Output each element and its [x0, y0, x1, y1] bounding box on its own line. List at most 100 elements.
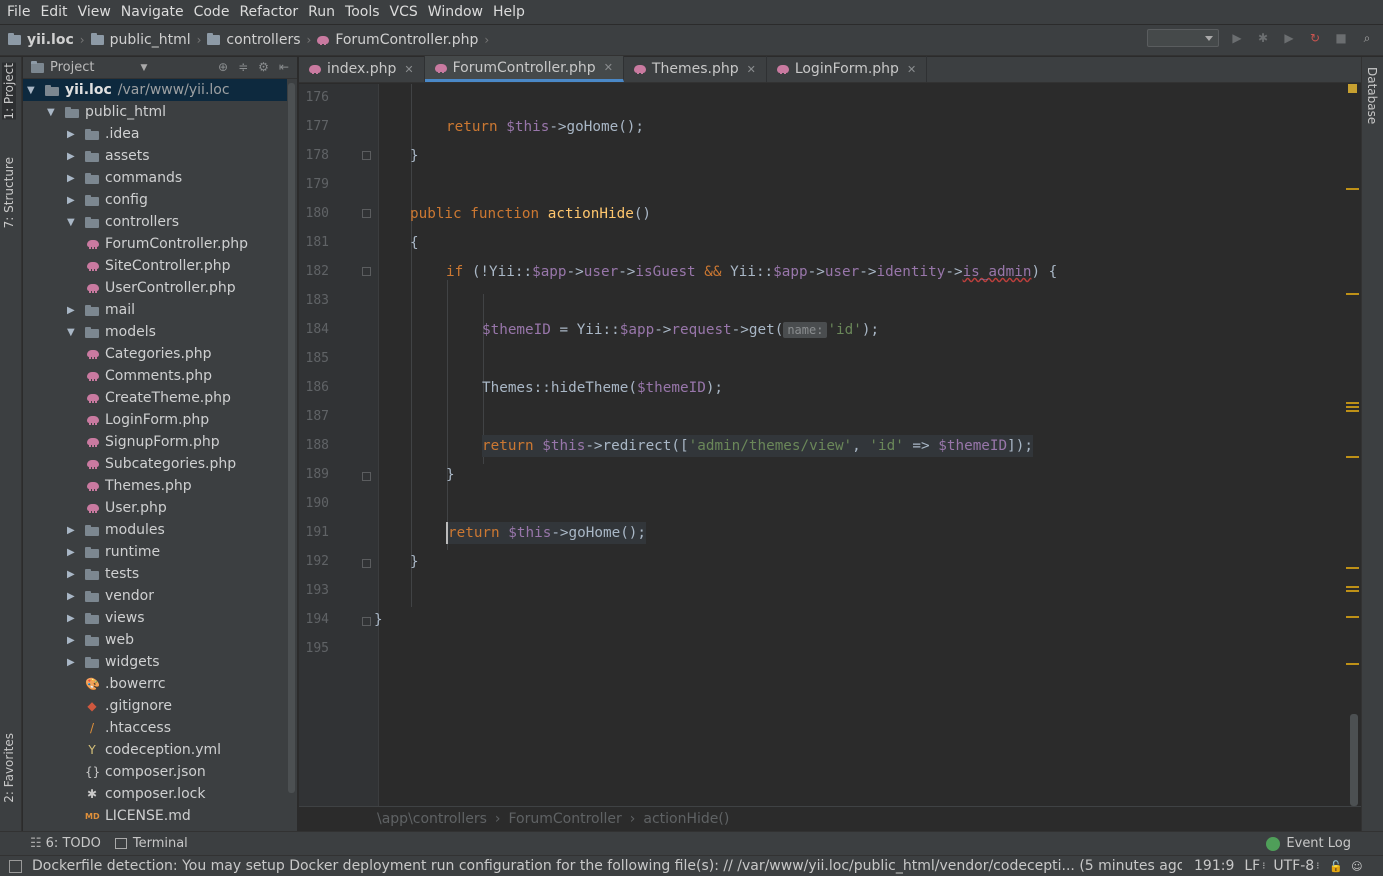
menu-vcs[interactable]: VCS: [387, 4, 421, 20]
inspector-icon[interactable]: ☺: [1351, 860, 1362, 873]
tree-item[interactable]: ▶ web: [23, 629, 287, 651]
status-message[interactable]: Dockerfile detection: You may setup Dock…: [32, 858, 1182, 874]
structure-tool-tab[interactable]: 7: Structure: [2, 157, 16, 228]
database-tool-tab[interactable]: Database: [1365, 67, 1379, 124]
favorites-tool-tab[interactable]: 2: Favorites: [2, 733, 16, 803]
chevron-down-icon[interactable]: ▼: [27, 85, 37, 96]
chevron-right-icon[interactable]: ▶: [67, 547, 77, 558]
tree-item[interactable]: Subcategories.php: [23, 453, 287, 475]
chevron-right-icon[interactable]: ▶: [67, 525, 77, 536]
terminal-tool-tab[interactable]: Terminal: [114, 836, 188, 851]
lock-icon[interactable]: 🔓: [1329, 860, 1343, 873]
tree-item[interactable]: UserController.php: [23, 277, 287, 299]
line-separator[interactable]: LF: [1244, 858, 1260, 874]
editor-breadcrumb-class[interactable]: ForumController: [508, 811, 621, 827]
close-icon[interactable]: ✕: [747, 63, 756, 76]
tree-item[interactable]: ▶ commands: [23, 167, 287, 189]
tree-item[interactable]: ▶ modules: [23, 519, 287, 541]
tree-item[interactable]: ▼ models: [23, 321, 287, 343]
chevron-right-icon[interactable]: ▶: [67, 569, 77, 580]
tree-item[interactable]: 🎨 .bowerrc: [23, 673, 287, 695]
tree-item[interactable]: Categories.php: [23, 343, 287, 365]
breadcrumb-public-html[interactable]: public_html ›: [90, 32, 201, 48]
editor-breadcrumb-namespace[interactable]: \app\controllers: [377, 811, 487, 827]
chevron-down-icon[interactable]: ▼: [67, 327, 77, 338]
menu-refactor[interactable]: Refactor: [236, 4, 301, 20]
tab-loginform-php[interactable]: LoginForm.php ✕: [767, 56, 928, 82]
tree-item[interactable]: SiteController.php: [23, 255, 287, 277]
tree-item[interactable]: LoginForm.php: [23, 409, 287, 431]
close-icon[interactable]: ✕: [907, 63, 916, 76]
project-scrollbar[interactable]: [288, 83, 295, 793]
tree-item[interactable]: ▶ mail: [23, 299, 287, 321]
chevron-right-icon[interactable]: ▶: [67, 195, 77, 206]
warning-marker[interactable]: [1346, 456, 1359, 458]
breadcrumb-controllers[interactable]: controllers ›: [207, 32, 311, 48]
gear-icon[interactable]: ⚙: [258, 60, 269, 74]
tree-item[interactable]: SignupForm.php: [23, 431, 287, 453]
warning-marker[interactable]: [1346, 663, 1359, 665]
tab-themes-php[interactable]: Themes.php ✕: [624, 56, 767, 82]
hide-panel-icon[interactable]: ⇤: [279, 60, 289, 74]
breadcrumb-root[interactable]: yii.loc ›: [8, 32, 85, 48]
project-view-selector[interactable]: Project: [50, 60, 94, 75]
warning-marker[interactable]: [1346, 410, 1359, 412]
editor-scrollbar[interactable]: [1350, 714, 1358, 806]
warning-marker[interactable]: [1346, 293, 1359, 295]
chevron-down-icon[interactable]: ▼: [140, 63, 147, 73]
tree-item[interactable]: ▼ controllers: [23, 211, 287, 233]
warning-marker[interactable]: [1346, 586, 1359, 588]
tree-item[interactable]: ▶ views: [23, 607, 287, 629]
editor-gutter[interactable]: 💡 17617717817918018118218318418518618718…: [299, 84, 397, 806]
collapse-all-icon[interactable]: ≑: [238, 60, 248, 74]
tab-forumcontroller-php[interactable]: ForumController.php ✕: [424, 56, 624, 82]
search-icon[interactable]: ⌕: [1359, 30, 1375, 46]
fold-marker-icon[interactable]: [362, 267, 371, 276]
chevron-right-icon[interactable]: ▶: [67, 173, 77, 184]
locate-icon[interactable]: ⊕: [218, 60, 228, 74]
warning-marker[interactable]: [1346, 616, 1359, 618]
tree-item[interactable]: Themes.php: [23, 475, 287, 497]
menu-help[interactable]: Help: [490, 4, 528, 20]
run-icon[interactable]: ▶: [1229, 30, 1245, 46]
tree-item[interactable]: Comments.php: [23, 365, 287, 387]
close-icon[interactable]: ✕: [404, 63, 413, 76]
warning-marker[interactable]: [1346, 402, 1359, 404]
chevron-right-icon[interactable]: ▶: [67, 305, 77, 316]
tree-item[interactable]: ◆ .gitignore: [23, 695, 287, 717]
project-tool-tab[interactable]: 1: Project: [2, 63, 16, 120]
tree-item[interactable]: ✱ composer.lock: [23, 783, 287, 805]
todo-tool-tab[interactable]: ☷ 6: TODO: [30, 836, 101, 851]
tree-item[interactable]: / .htaccess: [23, 717, 287, 739]
chevron-right-icon[interactable]: ▶: [67, 129, 77, 140]
menu-window[interactable]: Window: [425, 4, 486, 20]
close-icon[interactable]: ✕: [604, 61, 613, 74]
tree-item[interactable]: ▼ public_html: [23, 101, 287, 123]
fold-marker-icon[interactable]: [362, 472, 371, 481]
tree-item[interactable]: ▶ vendor: [23, 585, 287, 607]
tree-item[interactable]: ▶ tests: [23, 563, 287, 585]
chevron-down-icon[interactable]: ▼: [47, 107, 57, 118]
warning-status-icon[interactable]: [1348, 84, 1357, 93]
chevron-right-icon[interactable]: ▶: [67, 151, 77, 162]
menu-run[interactable]: Run: [305, 4, 338, 20]
fold-marker-icon[interactable]: [362, 151, 371, 160]
fold-marker-icon[interactable]: [362, 617, 371, 626]
warning-marker[interactable]: [1346, 590, 1359, 592]
tool-windows-toggle-icon[interactable]: [9, 859, 22, 873]
tree-item[interactable]: ForumController.php: [23, 233, 287, 255]
caret-position[interactable]: 191:9: [1194, 858, 1234, 874]
warning-marker[interactable]: [1346, 188, 1359, 190]
tree-item[interactable]: ▶ .idea: [23, 123, 287, 145]
chevron-right-icon[interactable]: ▶: [67, 591, 77, 602]
tree-item[interactable]: ▼ yii.loc/var/www/yii.loc: [23, 79, 287, 101]
menu-navigate[interactable]: Navigate: [118, 4, 187, 20]
tab-index-php[interactable]: index.php ✕: [299, 56, 425, 82]
tree-item[interactable]: MD LICENSE.md: [23, 805, 287, 827]
tree-item[interactable]: ▶ runtime: [23, 541, 287, 563]
warning-marker[interactable]: [1346, 406, 1359, 408]
menu-file[interactable]: File: [4, 4, 33, 20]
sync-icon[interactable]: ↻: [1307, 30, 1323, 46]
file-encoding[interactable]: UTF-8: [1273, 858, 1314, 874]
tree-item[interactable]: ▶ widgets: [23, 651, 287, 673]
